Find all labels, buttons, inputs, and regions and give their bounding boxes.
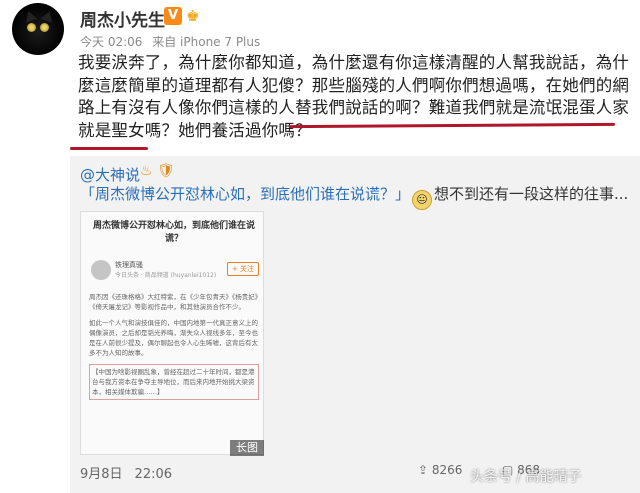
quote-link[interactable]: 「周杰微博公开怼林心如，到底他们谁在说谎？」 <box>80 185 410 203</box>
avatar[interactable] <box>12 3 64 55</box>
post-source: 来自 iPhone 7 Plus <box>152 35 261 49</box>
post-text: 我要涙奔了，為什麼你都知道，為什麼還有你這樣清醒的人幫我說話，為什麼這麼簡單的道… <box>78 52 630 142</box>
repost-quote: 「周杰微博公开怼林心如，到底他们谁在说谎？」 😐 想不到还有一段这样的往事... <box>80 183 630 210</box>
share-count[interactable]: ⇪ 8266 <box>418 463 462 477</box>
article-author-avatar <box>91 260 111 280</box>
level-badge-icon: ♚ <box>186 7 200 25</box>
confused-face-icon: 😐 <box>412 190 433 210</box>
article-author-name: 铁理真骚 <box>115 261 143 269</box>
quote-suffix: 想不到还有一段这样的往事... <box>434 185 629 203</box>
vip-badge-icon: V <box>164 7 182 25</box>
source-badges-icon: ♨ 🛡 <box>140 163 175 179</box>
red-underline <box>70 147 148 150</box>
share-icon: ⇪ <box>418 463 432 477</box>
follow-button[interactable]: + 关注 <box>227 262 259 276</box>
article-author-sub: 今日头条 · 商品频道 (huyanlei1012) <box>115 272 217 279</box>
article-body: 周杰因《还珠格格》大红特紫，在《少年包青天》《杨贵妃》《倚天屠龙记》等影视作品中… <box>89 292 259 406</box>
share-count-value: 8266 <box>431 463 463 477</box>
article-title: 周杰微博公开怼林心如，到底他们谁在说谎？ <box>92 221 255 244</box>
cat-eye-left <box>27 23 36 32</box>
cat-eye-right <box>40 23 49 32</box>
repost-timestamp: 9月8日 22:06 <box>80 463 184 482</box>
watermark: 头条号 / 高能晴子 <box>470 469 582 485</box>
article-paragraph: 如此一个人气和演技俱佳的，中国内地第一代真正意义上的偶像演员，之后却是韬光养晦，… <box>89 319 258 357</box>
long-image-tag: 长图 <box>230 440 264 456</box>
cat-ear-right <box>40 9 56 23</box>
cat-ear-left <box>22 9 38 23</box>
article-boxed-paragraph: 【中国为啥影视圈乱象，曾经在超过二十年时间，都是港台与我方资本在争夺主导地位，而… <box>89 364 259 400</box>
repost-time: 22:06 <box>134 467 173 482</box>
repost-date: 9月8日 <box>80 467 123 482</box>
repost-source-user[interactable]: @大神说 <box>80 164 140 185</box>
post-time: 今天 02:06 <box>80 35 143 49</box>
article-long-image[interactable]: 周杰微博公开怼林心如，到底他们谁在说谎？ 铁理真骚 今日头条 · 商品频道 (h… <box>80 211 264 455</box>
article-paragraph: 周杰因《还珠格格》大红特紫，在《少年包青天》《杨贵妃》《倚天屠龙记》等影视作品中… <box>89 293 258 311</box>
post-meta: 今天 02:06 来自 iPhone 7 Plus <box>80 33 266 50</box>
user-name[interactable]: 周杰小先生 <box>80 6 165 31</box>
